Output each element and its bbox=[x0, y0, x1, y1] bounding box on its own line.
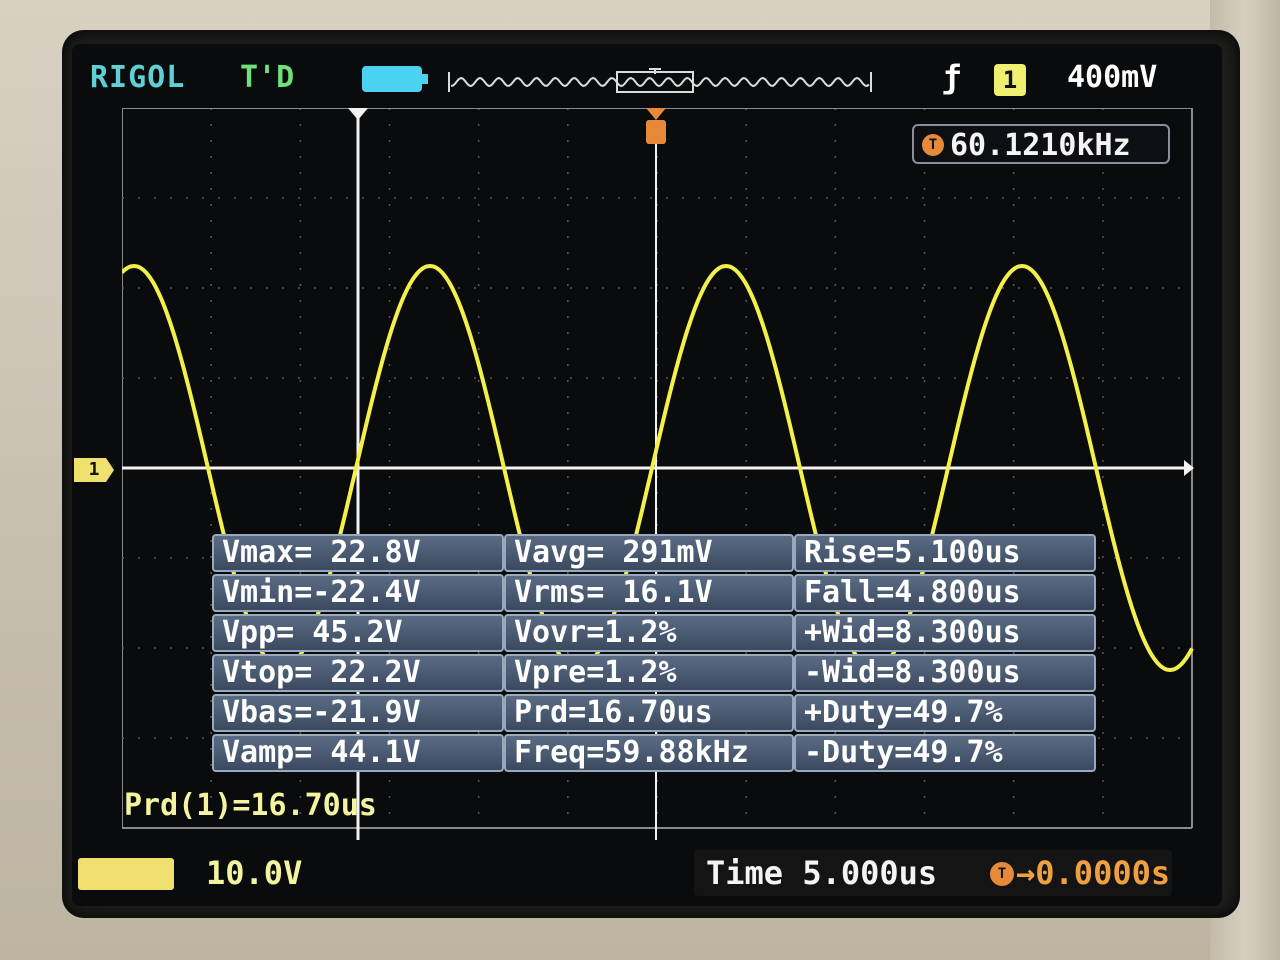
oscilloscope-screen: RIGOL T'D ƒ 1 400mV T 60.1210kHz 1 Vmax=… bbox=[72, 44, 1222, 906]
status-bar: RIGOL T'D ƒ 1 400mV bbox=[72, 44, 1222, 108]
trigger-delay-icon: T bbox=[990, 862, 1014, 886]
trigger-position-icon bbox=[646, 108, 666, 120]
rising-edge-icon: ƒ bbox=[942, 58, 962, 96]
channel1-marker[interactable]: 1 bbox=[74, 458, 114, 482]
period-readout: Prd(1)=16.70us bbox=[124, 788, 377, 823]
measurement-fall: Fall=4.800us bbox=[794, 574, 1096, 612]
measurement-neg-duty: -Duty=49.7% bbox=[794, 734, 1096, 772]
memory-depth-bar[interactable] bbox=[447, 68, 873, 96]
measurement-period: Prd=16.70us bbox=[504, 694, 794, 732]
measurement-vpre: Vpre=1.2% bbox=[504, 654, 794, 692]
measurement-frequency: Freq=59.88kHz bbox=[504, 734, 794, 772]
measurement-vmin: Vmin=-22.4V bbox=[212, 574, 504, 612]
measurement-vrms: Vrms= 16.1V bbox=[504, 574, 794, 612]
cursor-marker-top bbox=[348, 108, 368, 120]
trigger-level: 400mV bbox=[1067, 60, 1158, 95]
channel1-coupling-icon bbox=[78, 858, 174, 890]
trigger-channel-badge[interactable]: 1 bbox=[994, 64, 1026, 96]
measurement-pos-width: +Wid=8.300us bbox=[794, 614, 1096, 652]
channel1-volts-per-div[interactable]: 10.0V bbox=[206, 854, 302, 892]
frequency-value: 60.1210kHz bbox=[950, 128, 1131, 163]
measurement-vbas: Vbas=-21.9V bbox=[212, 694, 504, 732]
trigger-status: T'D bbox=[240, 60, 295, 95]
frequency-counter: T 60.1210kHz bbox=[912, 124, 1170, 164]
trigger-t-marker bbox=[646, 120, 666, 144]
brand-logo: RIGOL bbox=[90, 60, 186, 95]
measurement-rise: Rise=5.100us bbox=[794, 534, 1096, 572]
measurement-vavg: Vavg= 291mV bbox=[504, 534, 794, 572]
measurement-vpp: Vpp= 45.2V bbox=[212, 614, 504, 652]
timebase-value[interactable]: Time 5.000us bbox=[706, 854, 937, 892]
timebase-panel: Time 5.000us T →0.0000s bbox=[694, 850, 1172, 896]
measurement-pos-duty: +Duty=49.7% bbox=[794, 694, 1096, 732]
measurement-vovr: Vovr=1.2% bbox=[504, 614, 794, 652]
measurement-vamp: Vamp= 44.1V bbox=[212, 734, 504, 772]
trigger-delay-value[interactable]: →0.0000s bbox=[1016, 854, 1170, 892]
trigger-t-icon: T bbox=[922, 134, 944, 156]
bottom-status-bar: 10.0V Time 5.000us T →0.0000s bbox=[72, 844, 1222, 906]
measurement-vtop: Vtop= 22.2V bbox=[212, 654, 504, 692]
measurement-table: Vmax= 22.8V Vavg= 291mV Rise=5.100us Vmi… bbox=[212, 534, 1096, 774]
battery-icon bbox=[362, 66, 428, 92]
measurement-neg-width: -Wid=8.300us bbox=[794, 654, 1096, 692]
measurement-vmax: Vmax= 22.8V bbox=[212, 534, 504, 572]
